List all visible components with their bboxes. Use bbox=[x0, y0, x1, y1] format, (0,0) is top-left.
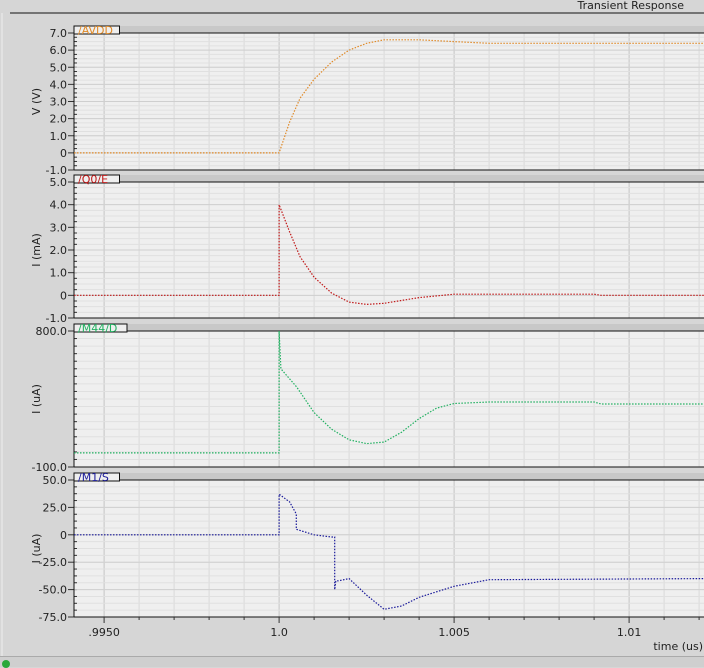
y-tick-label: 0 bbox=[60, 529, 67, 542]
y-tick-label: 3.0 bbox=[50, 96, 68, 109]
y-tick-label: 4.0 bbox=[50, 199, 68, 212]
panel-header bbox=[74, 324, 704, 331]
panel-header bbox=[74, 473, 704, 480]
panel-m44d: -100.0 800.0 I (uA) /M44/D bbox=[30, 322, 704, 474]
y-tick-label: 2.0 bbox=[50, 113, 68, 126]
y-tick-label: 3.0 bbox=[50, 221, 68, 234]
y-tick-label: 1.0 bbox=[50, 130, 68, 143]
y-tick-label: 1.0 bbox=[50, 267, 68, 280]
waveform-viewer[interactable]: -1.0 0 1.0 2.0 3.0 4.0 5.0 6.0 7.0 V (V) /AVDD -1.0… bbox=[0, 0, 704, 666]
signal-name-label: /AVDD bbox=[78, 24, 113, 37]
status-bar bbox=[0, 656, 704, 667]
y-tick-label: 7.0 bbox=[50, 27, 68, 40]
y-tick-label: 4.0 bbox=[50, 78, 68, 91]
y-tick-label: 0 bbox=[60, 289, 67, 302]
y-axis-label: I (mA) bbox=[30, 233, 43, 267]
panel-header bbox=[74, 26, 704, 33]
y-tick-label: 25.0 bbox=[43, 501, 68, 514]
panel-q0e: -1.0 0 1.0 2.0 3.0 4.0 5.0 I (mA) /Q0/E bbox=[30, 173, 704, 325]
y-tick-label: 50.0 bbox=[43, 474, 68, 487]
status-icon bbox=[2, 660, 10, 668]
y-tick-label: 2.0 bbox=[50, 244, 68, 257]
y-tick-label: 5.0 bbox=[50, 176, 68, 189]
panel-header bbox=[74, 175, 704, 182]
y-tick-label: 5.0 bbox=[50, 61, 68, 74]
x-axis-label: time (us) bbox=[653, 640, 703, 653]
y-axis-label: V (V) bbox=[30, 88, 43, 115]
x-tick-label: .9950 bbox=[88, 626, 120, 639]
y-tick-label: -50.0 bbox=[39, 584, 67, 597]
x-tick-label: 1.005 bbox=[438, 626, 470, 639]
signal-name-label: /M1/S bbox=[78, 471, 109, 484]
panel-m1s: -75.0-50.0-25.0025.050.0I (uA)/M1/S bbox=[30, 471, 704, 624]
y-axis-label: I (uA) bbox=[30, 534, 43, 564]
y-tick-label: 800.0 bbox=[36, 325, 68, 338]
x-tick-label: 1.01 bbox=[617, 626, 642, 639]
signal-name-label: /M44/D bbox=[78, 322, 117, 335]
panel-avdd: -1.001.02.03.04.05.06.07.0V (V)/AVDD bbox=[30, 24, 704, 177]
y-tick-label: 0 bbox=[60, 147, 67, 160]
y-tick-label: -75.0 bbox=[39, 611, 67, 624]
y-tick-label: -1.0 bbox=[46, 312, 67, 325]
y-tick-label: -100.0 bbox=[32, 461, 67, 474]
y-axis-label: I (uA) bbox=[30, 384, 43, 414]
x-tick-label: 1.0 bbox=[270, 626, 288, 639]
signal-name-label: /Q0/E bbox=[78, 173, 108, 186]
y-tick-label: 6.0 bbox=[50, 44, 68, 57]
